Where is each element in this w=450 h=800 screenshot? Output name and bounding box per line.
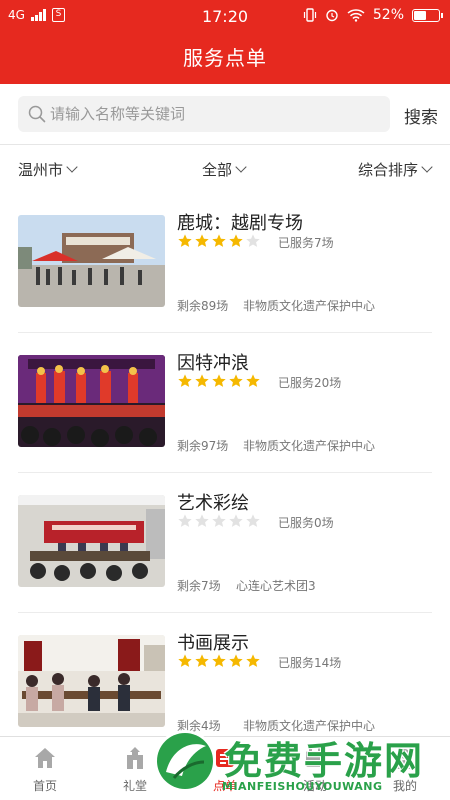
chevron-down-icon xyxy=(66,161,78,173)
item-title: 鹿城：越剧专场 xyxy=(177,213,303,234)
status-right: 52% xyxy=(303,7,443,23)
battery-icon xyxy=(412,8,443,22)
category-filter[interactable]: 全部 xyxy=(202,159,247,180)
alarm-icon xyxy=(326,9,338,22)
search-input[interactable] xyxy=(50,96,380,132)
star-icon xyxy=(195,514,209,527)
star-icon xyxy=(212,654,226,667)
star-icon xyxy=(212,514,226,527)
star-icon xyxy=(178,654,192,667)
tab-label: 首页 xyxy=(32,779,57,793)
star-icon xyxy=(246,514,260,527)
search-button[interactable]: 搜索 xyxy=(404,103,438,128)
star-icon xyxy=(178,374,192,387)
star-icon xyxy=(178,234,192,247)
item-thumbnail xyxy=(18,355,165,447)
status-bar: 4G S 17:20 52% xyxy=(0,0,450,34)
sort-filter-label: 综合排序 xyxy=(358,161,419,179)
watermark: 免费手游网 MIANFEISHOUYOUWANG xyxy=(150,726,450,800)
wifi-icon xyxy=(347,9,365,22)
watermark-logo-icon xyxy=(154,730,216,792)
star-icon xyxy=(195,374,209,387)
served-count: 已服务20场 xyxy=(278,376,342,390)
star-icon xyxy=(178,514,192,527)
organization: 非物质文化遗产保护中心 xyxy=(243,299,376,313)
organization: 心连心艺术团3 xyxy=(236,579,316,593)
search-box[interactable] xyxy=(18,96,390,132)
home-icon xyxy=(35,748,55,768)
star-icon xyxy=(229,374,243,387)
watermark-subtext: MIANFEISHOUYOUWANG xyxy=(222,780,383,793)
item-title: 书画展示 xyxy=(177,633,249,654)
page-title: 服务点单 xyxy=(0,34,450,84)
remaining-count: 剩余97场 xyxy=(177,439,229,453)
battery-percent: 52% xyxy=(372,7,404,23)
star-rating xyxy=(177,373,261,389)
star-rating xyxy=(177,233,261,249)
list-item[interactable]: 艺术彩绘 已服务0场 剩余7场 心连心艺术团3 xyxy=(0,473,450,613)
star-icon xyxy=(246,234,260,247)
chevron-down-icon xyxy=(421,161,433,173)
remaining-count: 剩余89场 xyxy=(177,299,229,313)
organization: 非物质文化遗产保护中心 xyxy=(243,439,376,453)
sort-filter[interactable]: 综合排序 xyxy=(358,159,433,180)
remaining-count: 剩余7场 xyxy=(177,579,221,593)
watermark-text: 免费手游网 xyxy=(224,739,425,783)
list-item[interactable]: 因特冲浪 已服务20场 剩余97场 非物质文化遗产保护中心 xyxy=(0,333,450,473)
search-row: 搜索 xyxy=(0,84,450,144)
city-filter[interactable]: 温州市 xyxy=(18,159,78,180)
served-count: 已服务0场 xyxy=(278,516,334,530)
star-icon xyxy=(246,654,260,667)
item-title: 因特冲浪 xyxy=(177,353,249,374)
list-item[interactable]: 鹿城：越剧专场 已服务7场 剩余89场 非物质文化遗产保护中心 xyxy=(0,193,450,333)
city-filter-label: 温州市 xyxy=(18,161,64,179)
star-icon xyxy=(229,654,243,667)
star-icon xyxy=(246,374,260,387)
vibrate-icon xyxy=(303,8,316,22)
star-icon xyxy=(212,234,226,247)
star-rating xyxy=(177,653,261,669)
star-icon xyxy=(229,234,243,247)
star-rating xyxy=(177,513,261,529)
tab-home[interactable]: 首页 xyxy=(0,737,90,800)
battery-fill xyxy=(414,10,426,20)
chevron-down-icon xyxy=(235,161,247,173)
search-icon xyxy=(28,105,46,123)
item-thumbnail xyxy=(18,635,165,727)
star-icon xyxy=(195,654,209,667)
category-filter-label: 全部 xyxy=(202,161,233,179)
served-count: 已服务14场 xyxy=(278,656,342,670)
hall-icon xyxy=(127,747,143,769)
served-count: 已服务7场 xyxy=(278,236,334,250)
service-list: 鹿城：越剧专场 已服务7场 剩余89场 非物质文化遗产保护中心 因特冲浪 已服务… xyxy=(0,193,450,753)
item-thumbnail xyxy=(18,215,165,307)
filter-bar: 温州市 全部 综合排序 xyxy=(0,145,450,191)
star-icon xyxy=(229,514,243,527)
item-title: 艺术彩绘 xyxy=(177,493,249,514)
star-icon xyxy=(195,234,209,247)
item-thumbnail xyxy=(18,495,165,587)
star-icon xyxy=(212,374,226,387)
